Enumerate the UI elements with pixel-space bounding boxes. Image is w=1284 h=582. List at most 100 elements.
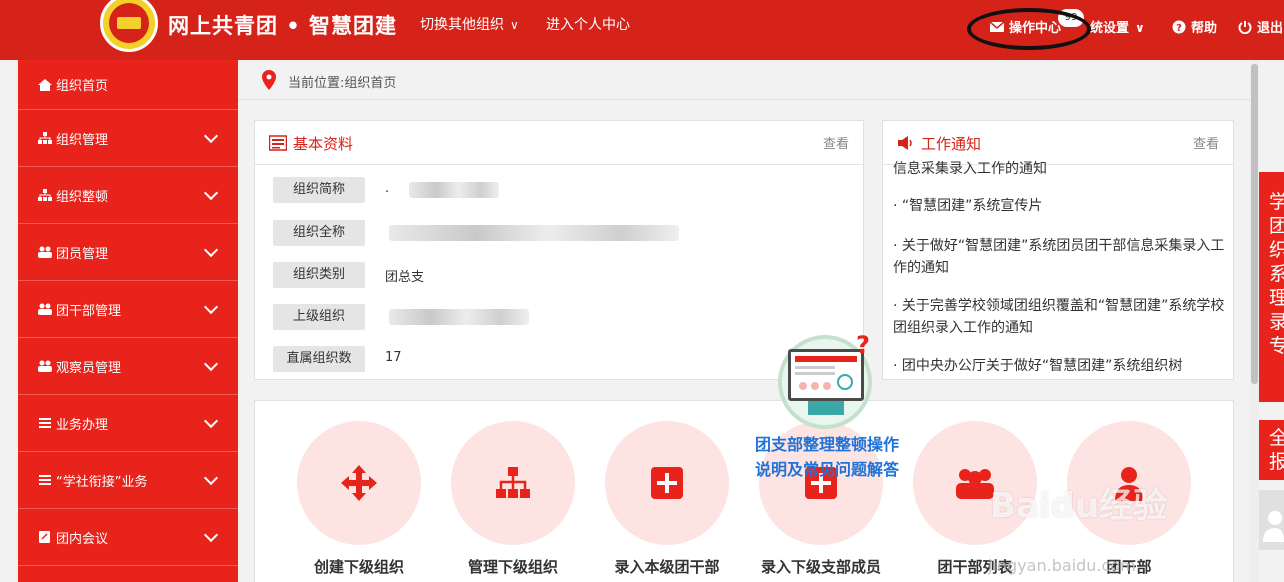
breadcrumb: 当前位置:组织首页 — [238, 60, 1250, 100]
float-char: 系 — [1269, 263, 1284, 285]
sidebar-item-meeting[interactable]: 团内会议 — [18, 509, 238, 566]
chevron-down-icon — [203, 185, 219, 201]
system-settings-label: 统设置 — [1090, 21, 1130, 36]
top-header: 网上共青团 • 智慧团建 切换其他组织 ∨ 进入个人中心 操作中心 99 统设置 ∨… — [0, 0, 1284, 60]
breadcrumb-text: 当前位置:组织首页 — [288, 76, 397, 91]
chevron-down-icon: ∨ — [1135, 21, 1145, 35]
location-pin-icon — [262, 70, 276, 90]
sidebar-item-business[interactable]: 业务办理 — [18, 395, 238, 452]
sidebar-item-label: 团内会议 — [56, 531, 109, 547]
work-notice-panel: 工作通知 查看 信息采集录入工作的通知 · “智慧团建”系统宣传片 · 关于做好… — [882, 120, 1234, 380]
tile-label[interactable]: 管理下级组织 — [433, 556, 593, 577]
info-label: 组织全称 — [273, 220, 365, 246]
manage-sub-org-tile[interactable] — [451, 421, 575, 545]
monitor-icon — [788, 349, 864, 401]
view-more-link[interactable]: 查看 — [823, 133, 849, 152]
help-link[interactable]: ? 帮助 — [1172, 17, 1217, 36]
scrollbar-thumb[interactable] — [1251, 64, 1258, 384]
view-more-link[interactable]: 查看 — [1193, 133, 1219, 152]
float-char: 团 — [1269, 215, 1284, 237]
float-char: 学 — [1269, 191, 1284, 213]
sidebar-item-org-home[interactable]: 组织首页 — [18, 60, 238, 110]
float-char: 专 — [1269, 335, 1284, 357]
info-value: . — [385, 181, 390, 196]
users-icon — [38, 303, 52, 315]
redacted-value — [389, 225, 679, 241]
brand-title: 网上共青团 • 智慧团建 — [168, 14, 398, 38]
sidebar-item-label: 团干部管理 — [56, 303, 122, 319]
monitor-stand — [808, 401, 844, 415]
help-label: 帮助 — [1191, 21, 1218, 36]
question-mark-icon: ? — [856, 331, 870, 359]
system-settings-menu[interactable]: 统设置 ∨ — [1090, 17, 1145, 36]
megaphone-icon — [898, 136, 912, 150]
tile-label[interactable]: 录入本级团干部 — [587, 556, 747, 577]
svg-text:?: ? — [1176, 23, 1182, 34]
create-sub-org-tile[interactable] — [297, 421, 421, 545]
annotation-ellipse — [967, 8, 1091, 50]
power-icon — [1238, 21, 1252, 34]
list-icon — [39, 418, 51, 428]
logout-link[interactable]: 退出 — [1238, 17, 1283, 36]
chevron-down-icon — [203, 128, 219, 144]
float-char: 理 — [1269, 287, 1284, 309]
info-value: 17 — [385, 350, 402, 365]
sidebar-item-label: 观察员管理 — [56, 360, 122, 376]
help-icon: ? — [1172, 20, 1186, 34]
info-label: 组织简称 — [273, 177, 365, 203]
sidebar-item-observer-manage[interactable]: 观察员管理 — [18, 338, 238, 395]
sidebar-item-member-manage[interactable]: 团员管理 — [18, 224, 238, 281]
notice-item[interactable]: · 关于完善学校领域团组织覆盖和“智慧团建”系统学校团组织录入工作的通知 — [893, 295, 1227, 339]
panel-title: 基本资料 — [293, 135, 354, 153]
sidebar-item-org-rectify[interactable]: 组织整顿 — [18, 167, 238, 224]
edit-icon — [39, 531, 50, 543]
org-tree-icon — [496, 467, 530, 498]
tile-label[interactable]: 录入下级支部成员 — [741, 556, 901, 577]
screen-content-icon — [795, 356, 857, 390]
basic-info-panel: 基本资料 查看 组织简称 . 组织全称 组织类别 团总支 上级组织 直属组织数 … — [254, 120, 864, 380]
users-icon — [38, 246, 52, 258]
sidebar-item-cadre-manage[interactable]: 团干部管理 — [18, 281, 238, 338]
baidu-watermark-url: jingyan.baidu.com — [988, 556, 1136, 575]
chevron-down-icon — [203, 242, 219, 258]
personal-center-link[interactable]: 进入个人中心 — [546, 14, 630, 34]
panel-title: 工作通知 — [921, 135, 982, 153]
notice-item[interactable]: · 团中央办公厅关于做好“智慧团建”系统组织树 — [893, 355, 1227, 377]
chevron-down-icon — [203, 299, 219, 315]
switch-org-menu[interactable]: 切换其他组织 ∨ — [420, 14, 519, 34]
help-promo-badge[interactable]: ? — [778, 331, 872, 429]
people-icon — [956, 469, 994, 499]
sidebar-item-org-manage[interactable]: 组织管理 — [18, 110, 238, 167]
sidebar-item-label: 组织整顿 — [56, 189, 109, 205]
sidebar-item-school-society[interactable]: “学社衔接”业务 — [18, 452, 238, 509]
float-char: 报 — [1269, 451, 1284, 473]
baidu-watermark: Baidu经验 — [990, 486, 1168, 526]
notice-item[interactable]: · 关于做好“智慧团建”系统团员团干部信息采集录入工作的通知 — [893, 235, 1227, 279]
sitemap-icon — [38, 189, 52, 201]
chevron-down-icon — [203, 470, 219, 486]
promo-line: 说明及常见问题解答 — [754, 460, 899, 479]
redacted-value — [409, 182, 499, 198]
chevron-down-icon — [203, 527, 219, 543]
move-arrows-icon — [341, 465, 377, 501]
sidebar-item-label: 团员管理 — [56, 246, 109, 262]
right-float-panel-2[interactable]: 全 报 — [1259, 420, 1284, 480]
notice-item[interactable]: 信息采集录入工作的通知 — [893, 158, 1227, 180]
notice-item[interactable]: · “智慧团建”系统宣传片 — [893, 195, 1227, 217]
switch-org-label: 切换其他组织 — [420, 17, 504, 33]
sidebar: 组织首页 组织管理 组织整顿 团员管理 团干部管理 观察员管理 业务办理 “学社… — [18, 60, 238, 582]
enter-cadre-tile[interactable] — [605, 421, 729, 545]
sidebar-item-label: 组织首页 — [56, 79, 109, 94]
info-label: 直属组织数 — [273, 346, 365, 372]
float-char: 织 — [1269, 239, 1284, 261]
avatar-icon[interactable] — [1259, 490, 1284, 550]
tile-label[interactable]: 创建下级组织 — [279, 556, 439, 577]
right-float-panel[interactable]: 学 团 织 系 理 录 专 — [1259, 172, 1284, 402]
sidebar-item-label: 业务办理 — [56, 417, 109, 433]
logout-label: 退出 — [1257, 21, 1284, 36]
info-label: 组织类别 — [273, 262, 365, 288]
info-value: 团总支 — [385, 270, 425, 285]
plus-icon — [651, 467, 683, 499]
redacted-value — [389, 309, 529, 325]
help-promo-text[interactable]: 团支部整理整顿操作 说明及常见问题解答 — [742, 432, 912, 482]
